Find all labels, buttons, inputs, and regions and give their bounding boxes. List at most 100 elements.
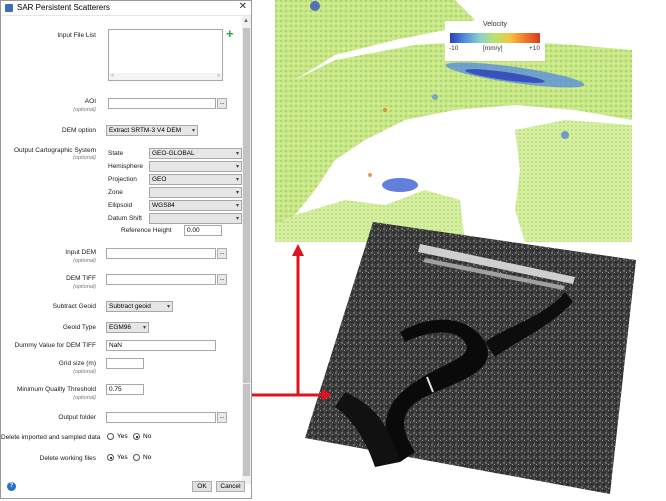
scroll-left-icon[interactable]: < [111, 73, 114, 79]
chevron-down-icon: ▾ [235, 216, 239, 222]
delete-working-no-radio[interactable]: No [133, 454, 151, 461]
geoid-type-select[interactable]: EGM96 ▾ [106, 322, 149, 333]
datum-shift-label: Datum Shift [108, 215, 142, 222]
subtract-geoid-select[interactable]: Subtract geoid ▾ [106, 301, 173, 312]
geoid-type-value: EGM96 [109, 324, 132, 331]
hemisphere-label: Hemisphere [108, 163, 144, 170]
cancel-button[interactable]: Cancel [216, 481, 245, 492]
delete-working-label: Delete working files [39, 455, 96, 462]
radio-on-icon [133, 433, 140, 440]
delete-working-yes-radio[interactable]: Yes [107, 454, 128, 461]
input-file-list-label: Input File List [57, 32, 96, 39]
file-list-scrollbar[interactable]: < > [109, 73, 222, 80]
ellipsoid-label: Ellipsoid [108, 202, 133, 209]
ellipsoid-select[interactable]: WGS84 ▾ [149, 200, 242, 211]
delete-imported-label: Delete imported and sampled data [1, 434, 101, 441]
aoi-input[interactable] [108, 98, 216, 109]
radio-yes-label: Yes [117, 433, 128, 440]
radio-off-icon [107, 433, 114, 440]
sar-amplitude-image [305, 222, 636, 494]
delete-imported-yes-radio[interactable]: Yes [107, 433, 128, 440]
red-arrow-connector [252, 244, 332, 401]
help-icon[interactable]: ? [7, 482, 16, 491]
dummy-value-label: Dummy Value for DEM TIFF [14, 342, 96, 349]
radio-on-icon [107, 454, 114, 461]
dem-tiff-browse-button[interactable]: ... [217, 274, 227, 285]
projection-value: GEO [152, 176, 167, 183]
projection-select[interactable]: GEO ▾ [149, 174, 242, 185]
output-cartographic-optional: (optional) [73, 155, 96, 161]
ellipsoid-value: WGS84 [152, 202, 175, 209]
ok-button[interactable]: OK [192, 481, 212, 492]
form-panel: Input File List < > + AOI (optional) ...… [1, 16, 242, 486]
subtract-geoid-label: Subtract Geoid [52, 303, 96, 310]
dem-option-value: Extract SRTM-3 V4 DEM [109, 127, 182, 134]
window-title: SAR Persistent Scatterers [17, 3, 110, 12]
grid-size-input[interactable] [106, 358, 144, 369]
dem-tiff-label: DEM TIFF [66, 275, 96, 282]
output-folder-label: Output folder [58, 414, 96, 421]
chevron-down-icon: ▾ [235, 203, 239, 209]
datum-shift-select[interactable]: ▾ [149, 213, 242, 224]
state-select[interactable]: GEO-GLOBAL ▾ [149, 148, 242, 159]
input-dem-optional: (optional) [73, 258, 96, 264]
aoi-label: AOI [84, 98, 96, 105]
zone-select[interactable]: ▾ [149, 187, 242, 198]
chevron-down-icon: ▾ [191, 128, 195, 134]
vertical-scrollbar[interactable]: ▲ [242, 16, 251, 484]
dem-tiff-input[interactable] [106, 274, 216, 285]
hemisphere-select[interactable]: ▾ [149, 161, 242, 172]
dialog-footer: ? OK Cancel [1, 475, 251, 499]
aoi-browse-button[interactable]: ... [217, 98, 227, 109]
reference-height-label: Reference Height [121, 227, 172, 234]
add-file-icon[interactable]: + [226, 27, 234, 40]
chevron-down-icon: ▾ [166, 304, 170, 310]
input-file-list[interactable]: < > [108, 29, 223, 81]
dem-tiff-optional: (optional) [73, 284, 96, 290]
dummy-value-input[interactable]: NaN [106, 340, 216, 351]
legend-title: Velocity [482, 21, 508, 28]
input-dem-input[interactable] [106, 248, 216, 259]
legend-max: +10 [529, 45, 541, 52]
output-folder-input[interactable] [106, 412, 216, 423]
sar-persistent-scatterers-dialog: SAR Persistent Scatterers ✕ Input File L… [0, 0, 252, 499]
title-bar: SAR Persistent Scatterers ✕ [1, 1, 251, 16]
chevron-down-icon: ▾ [235, 164, 239, 170]
scrollbar-thumb[interactable] [243, 28, 250, 383]
reference-height-input[interactable]: 0.00 [184, 225, 222, 236]
chevron-down-icon: ▾ [142, 325, 146, 331]
geoid-type-label: Geoid Type [62, 324, 96, 331]
scrollbar-track[interactable] [243, 384, 250, 476]
subtract-geoid-value: Subtract geoid [109, 303, 151, 310]
radio-no-label: No [143, 433, 152, 440]
zone-label: Zone [108, 189, 123, 196]
velocity-map-image: Velocity -10 [mm/y] +10 [275, 0, 632, 242]
min-quality-input[interactable]: 0.75 [106, 384, 144, 395]
grid-size-label: Grid size (m) [58, 360, 96, 367]
close-icon[interactable]: ✕ [239, 1, 247, 12]
radio-no-label: No [143, 454, 152, 461]
chevron-down-icon: ▾ [235, 190, 239, 196]
scroll-up-icon[interactable]: ▲ [243, 18, 249, 24]
radio-yes-label: Yes [117, 454, 128, 461]
min-quality-optional: (optional) [73, 395, 96, 401]
state-value: GEO-GLOBAL [152, 150, 195, 157]
app-icon [5, 4, 13, 12]
legend-unit: [mm/y] [483, 45, 503, 52]
legend-min: -10 [449, 45, 459, 52]
dem-option-label: DEM option [62, 127, 96, 134]
dem-option-select[interactable]: Extract SRTM-3 V4 DEM ▾ [106, 125, 198, 136]
scroll-right-icon[interactable]: > [217, 73, 220, 79]
min-quality-label: Minimum Quality Threshold [17, 386, 96, 393]
input-dem-browse-button[interactable]: ... [217, 248, 227, 259]
aoi-optional: (optional) [73, 107, 96, 113]
velocity-legend: Velocity -10 [mm/y] +10 [445, 21, 545, 61]
chevron-down-icon: ▾ [235, 177, 239, 183]
radio-off-icon [133, 454, 140, 461]
state-label: State [108, 150, 124, 157]
output-cartographic-label: Output Cartographic System [13, 147, 96, 154]
output-folder-browse-button[interactable]: ... [217, 412, 227, 423]
input-dem-label: Input DEM [65, 249, 96, 256]
grid-size-optional: (optional) [73, 369, 96, 375]
delete-imported-no-radio[interactable]: No [133, 433, 151, 440]
